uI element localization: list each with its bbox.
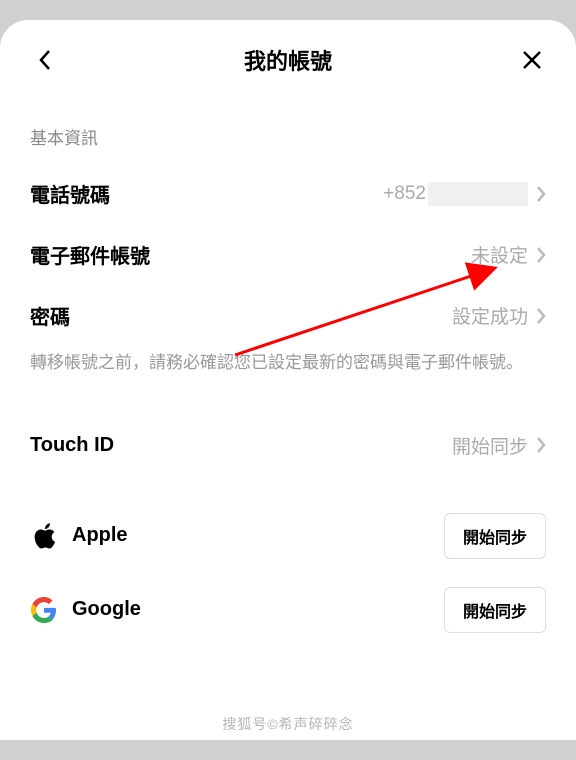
apple-sync-button[interactable]: 開始同步 bbox=[444, 513, 546, 559]
chevron-right-icon bbox=[536, 246, 546, 264]
apple-label: Apple bbox=[72, 524, 128, 547]
row-google: Google 開始同步 bbox=[0, 573, 576, 647]
row-email-label: 電子郵件帳號 bbox=[30, 240, 150, 269]
close-button[interactable] bbox=[516, 44, 548, 76]
chevron-right-icon bbox=[536, 185, 546, 203]
row-phone[interactable]: 電話號碼 +852 bbox=[0, 163, 576, 224]
row-touchid-value: 開始同步 bbox=[452, 432, 528, 459]
apple-icon bbox=[30, 522, 58, 550]
chevron-right-icon bbox=[536, 436, 546, 454]
row-apple: Apple 開始同步 bbox=[0, 499, 576, 573]
google-sync-button[interactable]: 開始同步 bbox=[444, 587, 546, 633]
row-password-label: 密碼 bbox=[30, 301, 70, 330]
row-touchid-label: Touch ID bbox=[30, 434, 114, 457]
chevron-right-icon bbox=[536, 307, 546, 325]
row-phone-value: +852 bbox=[383, 182, 528, 206]
close-icon bbox=[521, 49, 543, 71]
page-title: 我的帳號 bbox=[244, 44, 332, 76]
chevron-left-icon bbox=[37, 48, 52, 72]
row-email-value: 未設定 bbox=[471, 241, 528, 268]
row-email[interactable]: 電子郵件帳號 未設定 bbox=[0, 224, 576, 285]
transfer-note: 轉移帳號之前，請務必確認您已設定最新的密碼與電子郵件帳號。 bbox=[0, 346, 576, 392]
row-touchid[interactable]: Touch ID 開始同步 bbox=[0, 416, 576, 475]
google-label: Google bbox=[72, 598, 141, 621]
back-button[interactable] bbox=[28, 44, 60, 76]
row-password-value: 設定成功 bbox=[452, 302, 528, 329]
row-phone-label: 電話號碼 bbox=[30, 179, 110, 208]
google-icon bbox=[30, 596, 58, 624]
masked-phone bbox=[428, 182, 528, 206]
section-basic-info: 基本資訊 bbox=[0, 96, 576, 163]
row-password[interactable]: 密碼 設定成功 bbox=[0, 285, 576, 346]
watermark: 搜狐号©希声碎碎念 bbox=[0, 714, 576, 734]
